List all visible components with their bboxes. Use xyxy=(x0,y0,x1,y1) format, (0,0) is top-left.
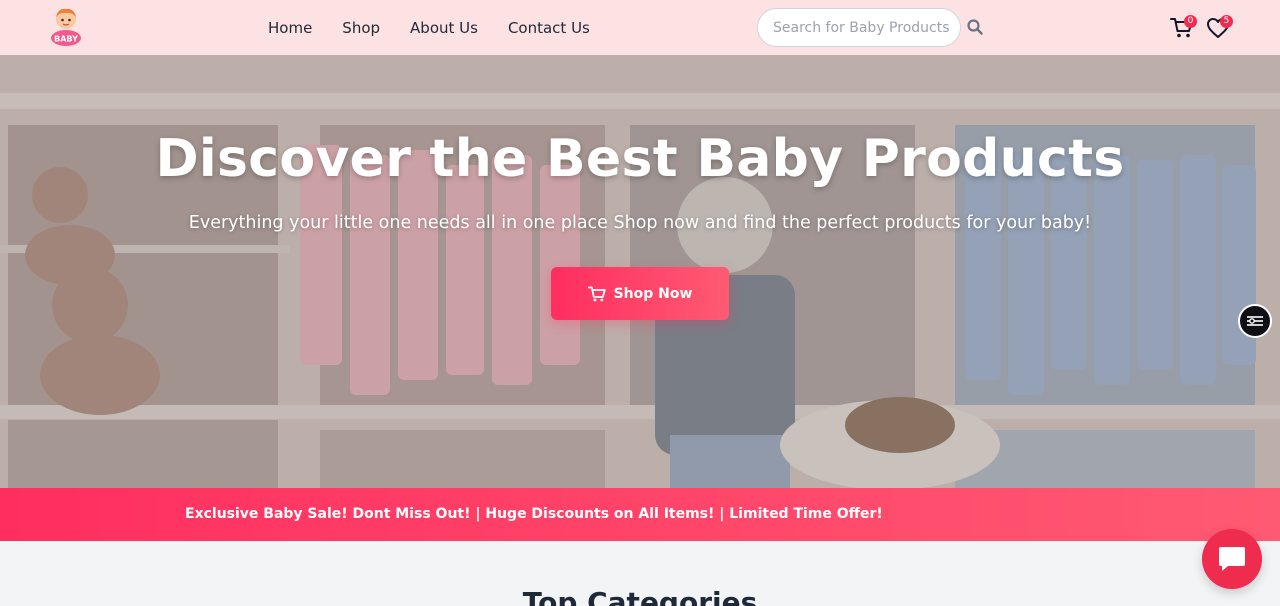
nav-contact-us[interactable]: Contact Us xyxy=(508,18,590,38)
wishlist-button[interactable]: 5 xyxy=(1206,15,1233,39)
nav-shop[interactable]: Shop xyxy=(342,18,380,38)
site-header: BABY Home Shop About Us Contact Us 0 5 xyxy=(0,0,1280,55)
sliders-icon xyxy=(1247,316,1263,326)
hero-subtitle: Everything your little one needs all in … xyxy=(188,213,1092,233)
baby-logo[interactable]: BABY xyxy=(46,6,86,48)
nav-home[interactable]: Home xyxy=(268,18,312,38)
hero-banner: Discover the Best Baby Products Everythi… xyxy=(0,55,1280,488)
main-nav: Home Shop About Us Contact Us xyxy=(268,18,620,38)
cart-icon xyxy=(587,286,606,301)
cart-count-badge: 0 xyxy=(1184,15,1197,28)
filter-toggle-button[interactable] xyxy=(1238,304,1272,338)
wishlist-count-badge: 5 xyxy=(1220,15,1233,28)
promo-text: Exclusive Baby Sale! Dont Miss Out! | Hu… xyxy=(185,506,883,522)
search-icon[interactable] xyxy=(966,18,984,36)
hero-title: Discover the Best Baby Products xyxy=(155,129,1125,189)
chat-button[interactable] xyxy=(1202,529,1262,589)
logo-text: BABY xyxy=(54,35,78,44)
chat-bubble-icon xyxy=(1219,547,1245,571)
search-input[interactable] xyxy=(758,9,960,46)
shop-now-label: Shop Now xyxy=(613,285,693,302)
top-categories-heading: Top Categories xyxy=(522,586,758,606)
shop-now-button[interactable]: Shop Now xyxy=(551,267,729,320)
cart-button[interactable]: 0 xyxy=(1170,15,1197,39)
nav-about-us[interactable]: About Us xyxy=(410,18,478,38)
search-box xyxy=(757,8,961,47)
promo-banner: Exclusive Baby Sale! Dont Miss Out! | Hu… xyxy=(0,488,1280,541)
